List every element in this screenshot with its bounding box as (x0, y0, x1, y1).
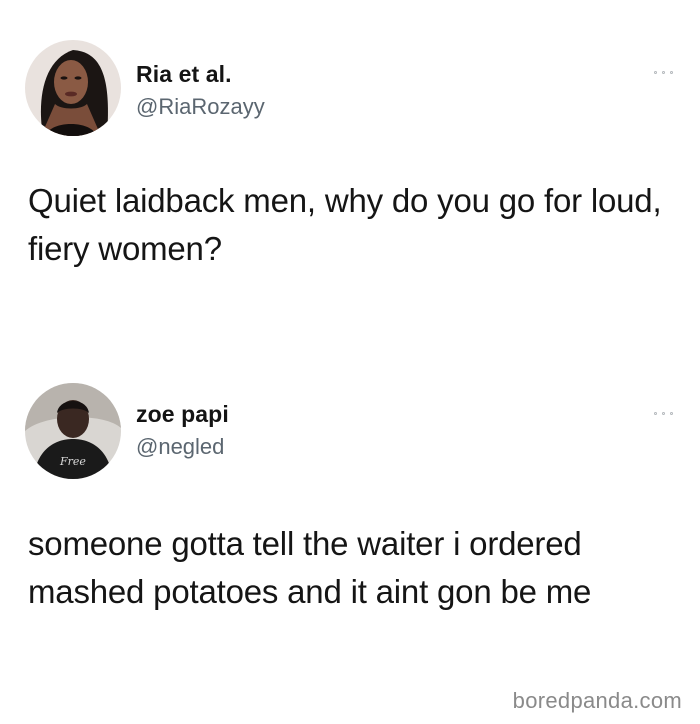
author-handle[interactable]: @RiaRozayy (136, 94, 265, 120)
avatar[interactable] (25, 40, 121, 136)
more-options-icon[interactable] (654, 68, 682, 76)
author-name[interactable]: Ria et al. (136, 61, 232, 88)
tweet-2: Free zoe papi @negled someone gotta tell… (0, 360, 700, 680)
avatar-photo (25, 40, 121, 136)
tweet-1: Ria et al. @RiaRozayy Quiet laidback men… (0, 0, 700, 340)
watermark: boredpanda.com (512, 688, 682, 713)
author-name[interactable]: zoe papi (136, 401, 229, 428)
more-options-icon[interactable] (654, 409, 682, 417)
avatar[interactable]: Free (25, 383, 121, 479)
author-handle[interactable]: @negled (136, 434, 224, 460)
svg-text:Free: Free (59, 455, 86, 468)
avatar-photo: Free (25, 383, 121, 479)
tweet-text: someone gotta tell the waiter i ordered … (28, 525, 592, 610)
tweet-text: Quiet laidback men, why do you go for lo… (28, 182, 662, 267)
